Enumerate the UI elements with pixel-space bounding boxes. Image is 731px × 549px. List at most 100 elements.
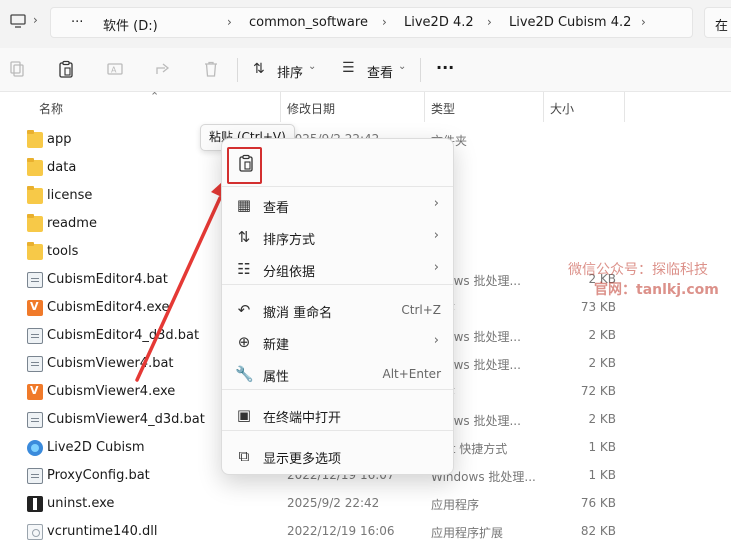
context-menu-item[interactable]: ↶ 撤消 重命名 Ctrl+Z (226, 294, 451, 326)
exe-icon (27, 300, 43, 316)
chevron-down-icon: ⌄ (308, 61, 317, 72)
context-menu-item[interactable]: ☷ 分组依据 › (226, 253, 451, 285)
bat-icon (27, 412, 43, 428)
context-menu-item[interactable]: ⊕ 新建 › (226, 326, 451, 358)
context-menu-item[interactable]: ▣ 在终端中打开 (226, 399, 451, 431)
chevron-right-icon: › (433, 196, 439, 211)
group-icon: ☷ (237, 260, 251, 278)
copy-icon[interactable] (9, 60, 29, 80)
chevron-right-icon: › (433, 228, 439, 243)
share-icon[interactable] (154, 60, 174, 80)
menu-item-shortcut: Ctrl+Z (401, 303, 441, 317)
menu-item-label: 撤消 重命名 (263, 306, 333, 321)
svg-text:A: A (111, 66, 117, 75)
wrench-icon: 🔧 (235, 365, 254, 383)
chevron-right-icon[interactable]: › (33, 13, 38, 27)
breadcrumb-item-common-software[interactable]: common_software (249, 15, 368, 30)
menu-item-label: 属性 (263, 370, 290, 385)
paste-icon[interactable] (57, 60, 77, 80)
folder-icon (27, 214, 43, 232)
toolbar-divider (237, 58, 238, 82)
column-header-size[interactable]: 大小 (550, 100, 574, 117)
undo-icon: ↶ (237, 301, 251, 319)
sort-icon: ⇅ (237, 228, 251, 246)
file-name: CubismEditor4.bat (47, 272, 168, 287)
bat-icon (27, 356, 43, 372)
column-header-name[interactable]: 名称 (39, 100, 63, 117)
sort-button[interactable]: ⇅ 排序 ⌄ (253, 58, 323, 82)
bat-icon (27, 328, 43, 344)
chevron-right-icon[interactable]: › (227, 15, 232, 29)
search-placeholder: 在 (715, 19, 729, 34)
address-bar[interactable]: ··· 软件 (D:) › common_software › Live2D 4… (50, 7, 693, 38)
rename-icon[interactable]: A (106, 60, 126, 80)
file-name: ProxyConfig.bat (47, 468, 150, 483)
grid-icon: ▦ (236, 196, 252, 214)
command-bar: A ⇅ 排序 ⌄ ☰ 查看 ⌄ ··· (0, 48, 731, 92)
menu-item-label: 在终端中打开 (263, 411, 342, 426)
folder-icon (27, 130, 43, 148)
view-button[interactable]: ☰ 查看 ⌄ (342, 58, 417, 82)
file-name: Live2D Cubism (47, 440, 145, 455)
context-menu-item[interactable]: ▦ 查看 › (226, 189, 451, 221)
menu-separator (222, 186, 453, 187)
file-size: 1 KB (588, 468, 616, 482)
highlight-box (227, 147, 262, 184)
file-size: 2 KB (588, 356, 616, 370)
file-name: tools (47, 244, 79, 259)
column-divider[interactable] (280, 92, 281, 122)
column-header: 名称 ⌃ 修改日期 类型 大小 (0, 90, 731, 122)
search-input[interactable]: 在 (704, 7, 731, 38)
menu-item-label: 查看 (263, 201, 290, 216)
uninstaller-icon (27, 496, 43, 512)
menu-item-label: 显示更多选项 (263, 452, 342, 467)
file-row[interactable]: uninst.exe 2025/9/2 22:42 应用程序 76 KB (0, 490, 731, 518)
file-size: 72 KB (580, 384, 616, 398)
file-name: uninst.exe (47, 496, 115, 511)
view-label: 查看 (367, 66, 394, 81)
file-name: vcruntime140.dll (47, 524, 158, 539)
list-view-icon: ☰ (342, 60, 355, 76)
file-type: 应用程序 (431, 498, 480, 512)
column-divider[interactable] (624, 92, 625, 122)
chevron-right-icon[interactable]: › (487, 15, 492, 29)
file-name: readme (47, 216, 97, 231)
shortcut-icon (27, 440, 43, 456)
context-menu-item[interactable]: ⇅ 排序方式 › (226, 221, 451, 253)
column-divider[interactable] (424, 92, 425, 122)
new-icon: ⊕ (237, 333, 251, 351)
bat-icon (27, 468, 43, 484)
file-date: 2025/9/2 22:42 (287, 496, 380, 510)
sort-label: 排序 (277, 66, 304, 81)
chevron-right-icon[interactable]: › (641, 15, 646, 29)
chevron-down-icon: ⌄ (398, 61, 407, 72)
menu-item-label: 新建 (263, 338, 290, 353)
file-size: 2 KB (588, 328, 616, 342)
terminal-icon: ▣ (236, 406, 252, 424)
breadcrumb-item-live2d[interactable]: Live2D 4.2 (404, 15, 474, 30)
file-name: CubismViewer4.bat (47, 356, 174, 371)
chevron-right-icon: › (433, 333, 439, 348)
delete-icon[interactable] (202, 60, 222, 80)
context-menu-item[interactable]: 🔧 属性 Alt+Enter (226, 358, 451, 390)
context-menu-item[interactable]: ⧉ 显示更多选项 (226, 440, 451, 472)
file-name: CubismEditor4_d3d.bat (47, 328, 200, 343)
file-size: 1 KB (588, 440, 616, 454)
folder-icon (27, 186, 43, 204)
computer-icon[interactable] (9, 12, 27, 30)
more-options-button[interactable]: ··· (436, 58, 454, 77)
file-size: 76 KB (580, 496, 616, 510)
chevron-right-icon: › (433, 260, 439, 275)
menu-item-shortcut: Alt+Enter (382, 367, 441, 381)
file-name: CubismViewer4.exe (47, 384, 176, 399)
breadcrumb-item-drive[interactable]: 软件 (D:) (103, 15, 158, 34)
column-header-type[interactable]: 类型 (431, 100, 455, 117)
file-name: CubismViewer4_d3d.bat (47, 412, 205, 427)
chevron-right-icon[interactable]: › (382, 15, 387, 29)
toolbar-divider (420, 58, 421, 82)
breadcrumb-more[interactable]: ··· (71, 15, 83, 30)
file-row[interactable]: vcruntime140.dll 2022/12/19 16:06 应用程序扩展 82… (0, 518, 731, 546)
breadcrumb-item-cubism[interactable]: Live2D Cubism 4.2 (509, 15, 631, 30)
column-header-date[interactable]: 修改日期 (287, 100, 335, 117)
column-divider[interactable] (543, 92, 544, 122)
